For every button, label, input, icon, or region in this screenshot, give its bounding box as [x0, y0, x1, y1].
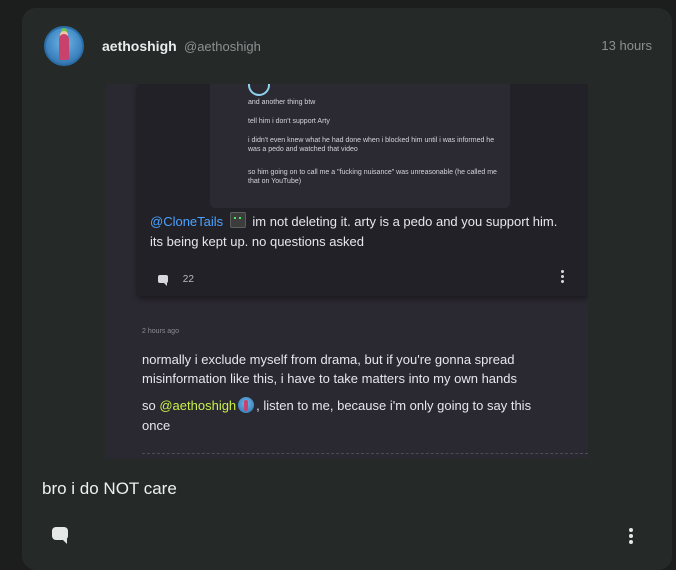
dashed-divider: [142, 453, 588, 454]
reply-meta: 22: [158, 274, 194, 286]
post-timestamp[interactable]: 13 hours: [601, 38, 652, 53]
avatar-emoji-icon: [238, 397, 255, 413]
second-message-para2: so @aethoshigh, listen to me, because i'…: [142, 396, 562, 436]
quoted-avatar: [248, 84, 270, 96]
quoted-line: tell him i don't support Arty: [248, 118, 330, 125]
post-caption: bro i do NOT care: [42, 479, 177, 498]
mention-aethoshigh: @aethoshigh: [159, 398, 237, 413]
quoted-message: and another thing btw tell him i don't s…: [210, 84, 510, 208]
comment-icon[interactable]: [52, 527, 68, 544]
second-message-time: 2 hours ago: [142, 328, 179, 335]
robot-emoji-icon: [229, 212, 246, 228]
comment-mini-icon: [158, 275, 168, 286]
attached-screenshot[interactable]: and another thing btw tell him i don't s…: [106, 84, 588, 458]
post-card: aethoshigh @aethoshigh 13 hours and anot…: [22, 8, 672, 570]
reply-message: @CloneTails im not deleting it. arty is …: [150, 212, 570, 252]
post-username[interactable]: aethoshigh: [102, 38, 177, 54]
quoted-line: i didn't even knew what he had done when…: [248, 137, 495, 153]
reply-comment-count: 22: [182, 274, 194, 285]
quoted-line: and another thing btw: [248, 99, 316, 106]
post-handle[interactable]: @aethoshigh: [184, 39, 261, 54]
second-message-para1: normally i exclude myself from drama, bu…: [142, 352, 517, 386]
screenshot-top-panel: and another thing btw tell him i don't s…: [138, 84, 588, 296]
more-vertical-icon[interactable]: [629, 528, 633, 546]
para2-prefix: so: [142, 398, 156, 413]
user-avatar[interactable]: [44, 26, 84, 66]
more-mini-icon: [561, 270, 564, 285]
quoted-line: so him going on to call me a "fucking nu…: [248, 169, 497, 185]
mention-clonetails: @CloneTails: [150, 214, 224, 229]
avatar-figure: [59, 34, 69, 60]
